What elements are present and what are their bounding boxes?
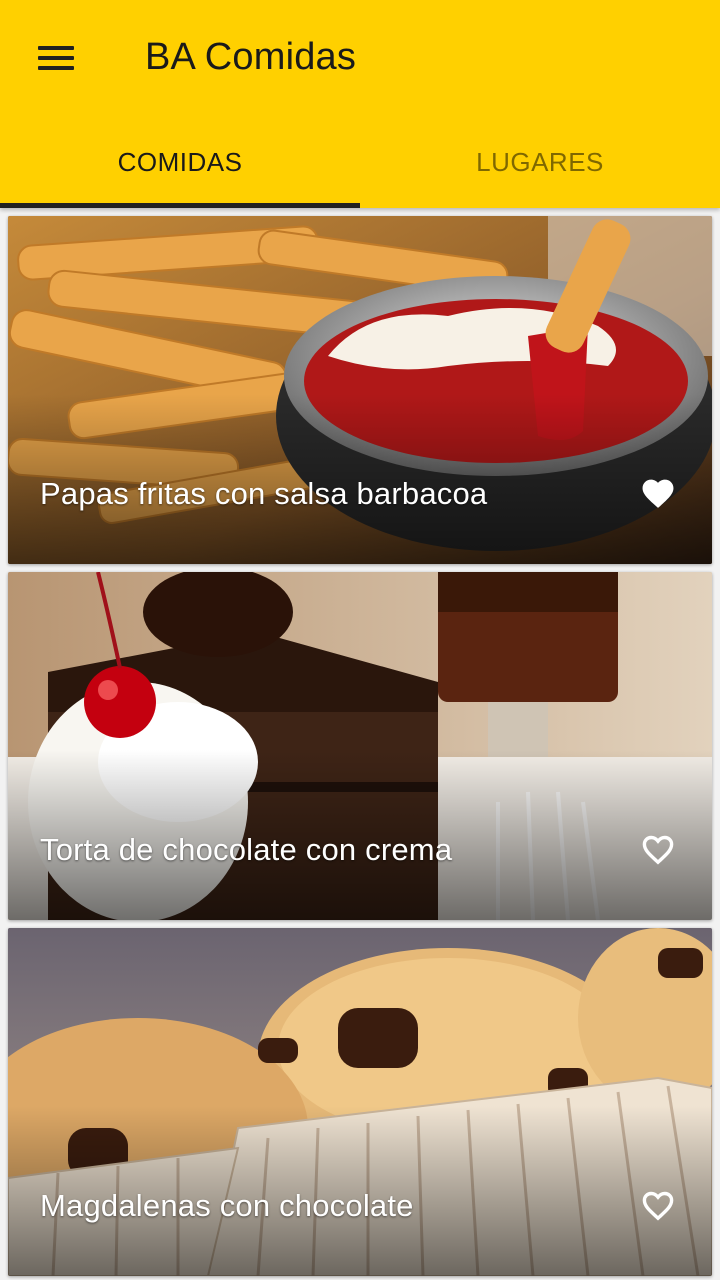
app-title: BA Comidas <box>145 36 357 78</box>
favorite-button[interactable] <box>636 472 680 512</box>
tab-comidas-label: COMIDAS <box>117 146 243 177</box>
heart-outline-icon <box>642 835 674 865</box>
favorite-button[interactable] <box>636 828 680 868</box>
favorite-button[interactable] <box>636 1184 680 1224</box>
heart-filled-icon <box>642 479 674 508</box>
hamburger-menu-icon <box>38 46 74 70</box>
tab-indicator <box>0 203 360 208</box>
food-card[interactable]: Torta de chocolate con crema <box>8 572 712 920</box>
food-title: Magdalenas con chocolate <box>40 1188 414 1223</box>
toolbar: BA Comidas <box>0 0 720 116</box>
food-card[interactable]: Papas fritas con salsa barbacoa <box>8 216 712 564</box>
food-list: Papas fritas con salsa barbacoa Torta de… <box>0 208 720 1280</box>
app-bar: BA Comidas COMIDAS LUGARES <box>0 0 720 208</box>
tab-lugares[interactable]: LUGARES <box>360 116 720 208</box>
menu-button[interactable] <box>28 32 84 84</box>
heart-outline-icon <box>642 1191 674 1221</box>
tab-comidas[interactable]: COMIDAS <box>0 116 360 208</box>
tab-bar: COMIDAS LUGARES <box>0 116 720 208</box>
food-title: Papas fritas con salsa barbacoa <box>40 476 488 511</box>
food-card[interactable]: Magdalenas con chocolate <box>8 928 712 1276</box>
tab-lugares-label: LUGARES <box>476 146 604 177</box>
food-title: Torta de chocolate con crema <box>40 832 453 867</box>
